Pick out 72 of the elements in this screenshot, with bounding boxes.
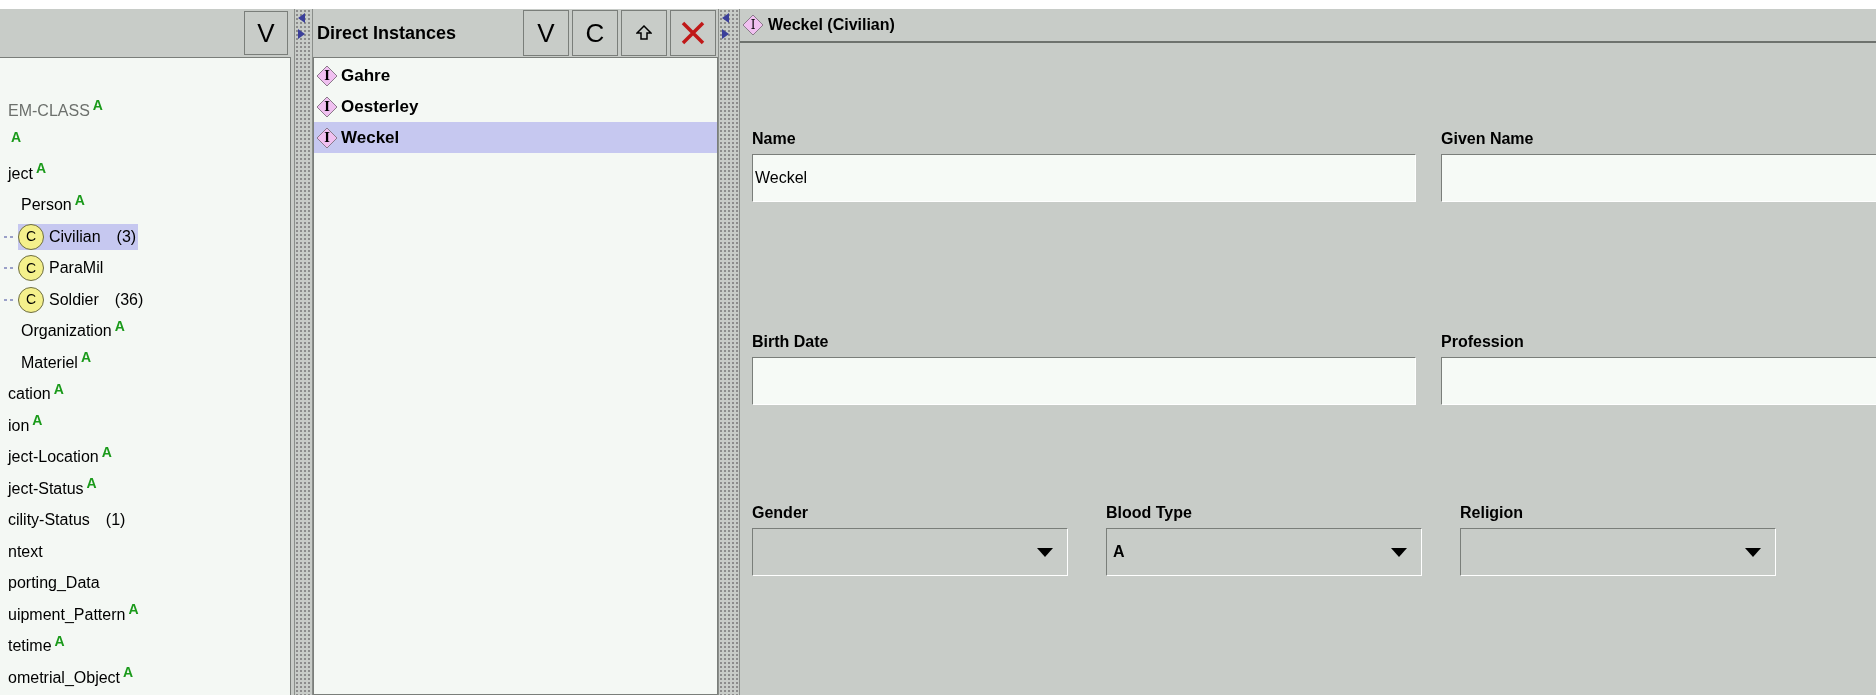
tree-item[interactable]: ject-Status xyxy=(8,476,84,501)
tree-item[interactable]: porting_Data xyxy=(8,571,100,596)
tree-item[interactable]: Person xyxy=(21,193,72,218)
tree-item[interactable]: uipment_Pattern xyxy=(8,602,126,627)
dropdown-arrow-icon xyxy=(1037,547,1053,557)
text-field[interactable] xyxy=(752,357,1416,405)
field-label: Religion xyxy=(1460,503,1525,523)
field-label: Profession xyxy=(1441,332,1525,352)
tree-item[interactable]: tetime xyxy=(8,634,52,659)
instance-marker: I xyxy=(316,95,338,118)
text-field[interactable]: Weckel xyxy=(752,154,1416,202)
field-label: Name xyxy=(752,129,797,149)
class-marker: C xyxy=(18,286,44,313)
tree-line xyxy=(4,235,14,238)
instance-item[interactable]: I Oesterley xyxy=(314,91,717,122)
tree-item[interactable]: C ParaMil xyxy=(18,255,104,282)
delete-icon xyxy=(680,20,706,46)
abstract-marker: A xyxy=(128,602,139,616)
abstract-marker: A xyxy=(54,633,65,648)
field-label: Given Name xyxy=(1441,129,1535,149)
tree-item[interactable]: ject xyxy=(8,161,33,186)
dropdown[interactable] xyxy=(1460,528,1776,576)
delete-button[interactable] xyxy=(670,10,716,56)
tree-line xyxy=(4,267,14,270)
abstract-marker: A xyxy=(92,98,103,112)
tree-item[interactable]: ion xyxy=(8,413,30,438)
tree-item[interactable]: ometrial_Object xyxy=(8,665,121,690)
tree-item[interactable]: cation xyxy=(8,382,51,407)
tree-item[interactable]: cility-Status (1) xyxy=(8,508,128,533)
abstract-marker: A xyxy=(32,413,43,427)
expand-arrow-icon[interactable] xyxy=(722,29,729,39)
class-marker: C xyxy=(18,255,44,282)
tree-line xyxy=(4,298,14,301)
dropdown-arrow-icon xyxy=(1745,547,1761,557)
instance-marker: I xyxy=(316,64,338,87)
abstract-marker: A xyxy=(114,318,125,333)
dropdown[interactable] xyxy=(752,528,1068,576)
tree-item[interactable]: ntext xyxy=(8,539,43,564)
abstract-marker: A xyxy=(101,444,112,459)
toolbar-button[interactable]: C xyxy=(572,10,618,56)
panel-title: Direct Instances xyxy=(317,21,457,45)
tree-item[interactable]: EM-CLASS xyxy=(8,98,90,123)
collapse-arrow-icon[interactable] xyxy=(722,13,729,23)
abstract-marker: A xyxy=(53,381,64,396)
field-label: Gender xyxy=(752,503,809,523)
dropdown[interactable]: A xyxy=(1106,528,1422,576)
instance-marker: I xyxy=(316,126,338,149)
abstract-marker: A xyxy=(11,129,22,144)
collapse-arrow-icon[interactable] xyxy=(298,13,305,23)
tree-item[interactable]: C Civilian (3) xyxy=(18,223,139,250)
instance-item[interactable]: I Weckel xyxy=(314,122,717,153)
abstract-marker: A xyxy=(74,192,85,207)
form-title: Weckel (Civilian) xyxy=(768,15,895,35)
expand-arrow-icon[interactable] xyxy=(298,29,305,39)
tree-item[interactable]: ject-Location xyxy=(8,445,99,470)
instance-marker: I xyxy=(742,14,764,36)
abstract-marker: A xyxy=(86,476,97,490)
field-label: Blood Type xyxy=(1106,503,1193,523)
dropdown-arrow-icon xyxy=(1391,547,1407,557)
field-label: Birth Date xyxy=(752,332,830,352)
abstract-marker: A xyxy=(80,350,92,364)
tree-item[interactable]: C Soldier (36) xyxy=(18,286,146,313)
class-marker: C xyxy=(18,223,44,250)
view-button[interactable]: V xyxy=(244,11,288,55)
toolbar-button[interactable]: V xyxy=(523,10,569,56)
abstract-marker: A xyxy=(123,665,134,679)
tree-item[interactable]: Materiel xyxy=(21,350,78,375)
move-up-button[interactable] xyxy=(621,10,667,56)
instance-item[interactable]: I Gahre xyxy=(314,60,717,91)
tree-item[interactable]: Organization xyxy=(21,319,112,344)
up-arrow-icon xyxy=(636,25,652,41)
abstract-marker: A xyxy=(35,161,47,175)
